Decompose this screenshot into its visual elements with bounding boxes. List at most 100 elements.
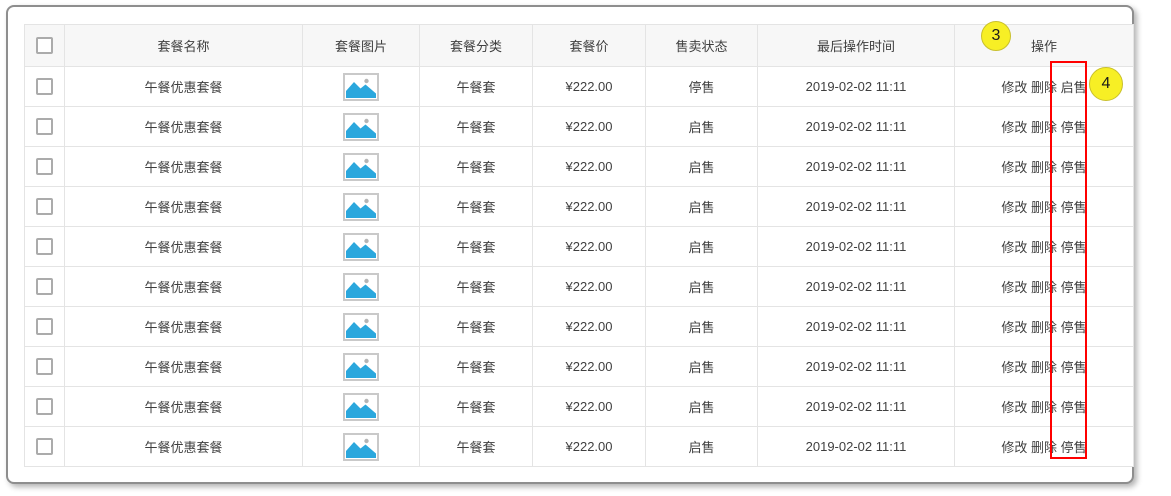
package-table: 套餐名称 套餐图片 套餐分类 套餐价 售卖状态 最后操作时间 操作 午餐优惠套餐… bbox=[24, 24, 1134, 467]
sale-status-cell: 启售 bbox=[645, 106, 758, 147]
package-name-cell: 午餐优惠套餐 bbox=[64, 386, 303, 427]
package-image-cell[interactable] bbox=[302, 226, 420, 267]
package-image-cell[interactable] bbox=[302, 426, 420, 467]
table-row: 午餐优惠套餐 午餐套 ¥222.00 启售 2019-02-02 11:11 修改 删除… bbox=[24, 106, 1134, 147]
delete-action[interactable]: 删除 bbox=[1031, 440, 1057, 455]
header-actions: 操作 bbox=[954, 24, 1134, 67]
package-image-cell[interactable] bbox=[302, 306, 420, 347]
package-image-cell[interactable] bbox=[302, 386, 420, 427]
toggle-sale-action[interactable]: 停售 bbox=[1061, 320, 1087, 335]
row-checkbox-cell bbox=[24, 226, 65, 267]
row-checkbox[interactable] bbox=[36, 78, 53, 96]
package-category-cell: 午餐套 bbox=[419, 66, 533, 107]
actions-cell: 修改 删除 停售 bbox=[954, 266, 1134, 307]
package-name-cell: 午餐优惠套餐 bbox=[64, 426, 303, 467]
image-placeholder-icon bbox=[343, 392, 379, 421]
toggle-sale-action[interactable]: 停售 bbox=[1061, 120, 1087, 135]
toggle-sale-action[interactable]: 停售 bbox=[1061, 160, 1087, 175]
delete-action[interactable]: 删除 bbox=[1031, 240, 1057, 255]
row-checkbox[interactable] bbox=[36, 398, 53, 416]
toggle-sale-action[interactable]: 启售 bbox=[1061, 80, 1087, 95]
row-checkbox[interactable] bbox=[36, 198, 53, 216]
package-category-cell: 午餐套 bbox=[419, 186, 533, 227]
package-name-cell: 午餐优惠套餐 bbox=[64, 146, 303, 187]
package-name-cell: 午餐优惠套餐 bbox=[64, 266, 303, 307]
last-operation-time-cell: 2019-02-02 11:11 bbox=[757, 226, 955, 267]
package-image-cell[interactable] bbox=[302, 346, 420, 387]
package-image-cell[interactable] bbox=[302, 66, 420, 107]
last-operation-time-cell: 2019-02-02 11:11 bbox=[757, 306, 955, 347]
package-image-cell[interactable] bbox=[302, 106, 420, 147]
toggle-sale-action[interactable]: 停售 bbox=[1061, 440, 1087, 455]
table-panel: 套餐名称 套餐图片 套餐分类 套餐价 售卖状态 最后操作时间 操作 午餐优惠套餐… bbox=[6, 5, 1134, 484]
package-name-cell: 午餐优惠套餐 bbox=[64, 306, 303, 347]
package-name-cell: 午餐优惠套餐 bbox=[64, 106, 303, 147]
delete-action[interactable]: 删除 bbox=[1031, 320, 1057, 335]
page: 套餐名称 套餐图片 套餐分类 套餐价 售卖状态 最后操作时间 操作 午餐优惠套餐… bbox=[0, 0, 1171, 496]
delete-action[interactable]: 删除 bbox=[1031, 120, 1057, 135]
toggle-sale-action[interactable]: 停售 bbox=[1061, 400, 1087, 415]
last-operation-time-cell: 2019-02-02 11:11 bbox=[757, 386, 955, 427]
sale-status-cell: 启售 bbox=[645, 386, 758, 427]
edit-action[interactable]: 修改 bbox=[1001, 360, 1027, 375]
edit-action[interactable]: 修改 bbox=[1001, 280, 1027, 295]
row-checkbox-cell bbox=[24, 386, 65, 427]
package-image-cell[interactable] bbox=[302, 266, 420, 307]
edit-action[interactable]: 修改 bbox=[1001, 400, 1027, 415]
toggle-sale-action[interactable]: 停售 bbox=[1061, 280, 1087, 295]
row-checkbox[interactable] bbox=[36, 238, 53, 256]
actions-cell: 修改 删除 停售 bbox=[954, 346, 1134, 387]
package-price-cell: ¥222.00 bbox=[532, 146, 646, 187]
header-package-price: 套餐价 bbox=[532, 24, 646, 67]
image-placeholder-icon bbox=[343, 352, 379, 381]
select-all-checkbox[interactable] bbox=[36, 37, 53, 55]
row-checkbox[interactable] bbox=[36, 158, 53, 176]
row-checkbox-cell bbox=[24, 306, 65, 347]
package-price-cell: ¥222.00 bbox=[532, 426, 646, 467]
delete-action[interactable]: 删除 bbox=[1031, 360, 1057, 375]
package-image-cell[interactable] bbox=[302, 186, 420, 227]
package-image-cell[interactable] bbox=[302, 146, 420, 187]
table-row: 午餐优惠套餐 午餐套 ¥222.00 停售 2019-02-02 11:11 修改 删除… bbox=[24, 66, 1134, 107]
edit-action[interactable]: 修改 bbox=[1001, 240, 1027, 255]
sale-status-cell: 启售 bbox=[645, 226, 758, 267]
sale-status-cell: 启售 bbox=[645, 426, 758, 467]
actions-cell: 修改 删除 停售 bbox=[954, 106, 1134, 147]
row-checkbox[interactable] bbox=[36, 278, 53, 296]
table-row: 午餐优惠套餐 午餐套 ¥222.00 启售 2019-02-02 11:11 修改 删除… bbox=[24, 346, 1134, 387]
table-row: 午餐优惠套餐 午餐套 ¥222.00 启售 2019-02-02 11:11 修改 删除… bbox=[24, 426, 1134, 467]
row-checkbox-cell bbox=[24, 66, 65, 107]
edit-action[interactable]: 修改 bbox=[1001, 320, 1027, 335]
delete-action[interactable]: 删除 bbox=[1031, 80, 1057, 95]
edit-action[interactable]: 修改 bbox=[1001, 160, 1027, 175]
edit-action[interactable]: 修改 bbox=[1001, 440, 1027, 455]
edit-action[interactable]: 修改 bbox=[1001, 80, 1027, 95]
toggle-sale-action[interactable]: 停售 bbox=[1061, 360, 1087, 375]
row-checkbox[interactable] bbox=[36, 358, 53, 376]
row-checkbox[interactable] bbox=[36, 438, 53, 456]
actions-cell: 修改 删除 停售 bbox=[954, 146, 1134, 187]
table-header: 套餐名称 套餐图片 套餐分类 套餐价 售卖状态 最后操作时间 操作 bbox=[24, 24, 1134, 67]
package-price-cell: ¥222.00 bbox=[532, 266, 646, 307]
edit-action[interactable]: 修改 bbox=[1001, 200, 1027, 215]
row-checkbox-cell bbox=[24, 186, 65, 227]
package-category-cell: 午餐套 bbox=[419, 226, 533, 267]
select-all-cell bbox=[24, 24, 65, 67]
delete-action[interactable]: 删除 bbox=[1031, 280, 1057, 295]
header-package-name: 套餐名称 bbox=[64, 24, 303, 67]
toggle-sale-action[interactable]: 停售 bbox=[1061, 200, 1087, 215]
row-checkbox-cell bbox=[24, 266, 65, 307]
package-category-cell: 午餐套 bbox=[419, 306, 533, 347]
table-body: 午餐优惠套餐 午餐套 ¥222.00 停售 2019-02-02 11:11 修改 删除… bbox=[24, 66, 1134, 467]
delete-action[interactable]: 删除 bbox=[1031, 160, 1057, 175]
toggle-sale-action[interactable]: 停售 bbox=[1061, 240, 1087, 255]
package-price-cell: ¥222.00 bbox=[532, 226, 646, 267]
image-placeholder-icon bbox=[343, 232, 379, 261]
delete-action[interactable]: 删除 bbox=[1031, 400, 1057, 415]
sale-status-cell: 启售 bbox=[645, 146, 758, 187]
row-checkbox[interactable] bbox=[36, 318, 53, 336]
row-checkbox[interactable] bbox=[36, 118, 53, 136]
edit-action[interactable]: 修改 bbox=[1001, 120, 1027, 135]
table-row: 午餐优惠套餐 午餐套 ¥222.00 启售 2019-02-02 11:11 修改 删除… bbox=[24, 266, 1134, 307]
delete-action[interactable]: 删除 bbox=[1031, 200, 1057, 215]
